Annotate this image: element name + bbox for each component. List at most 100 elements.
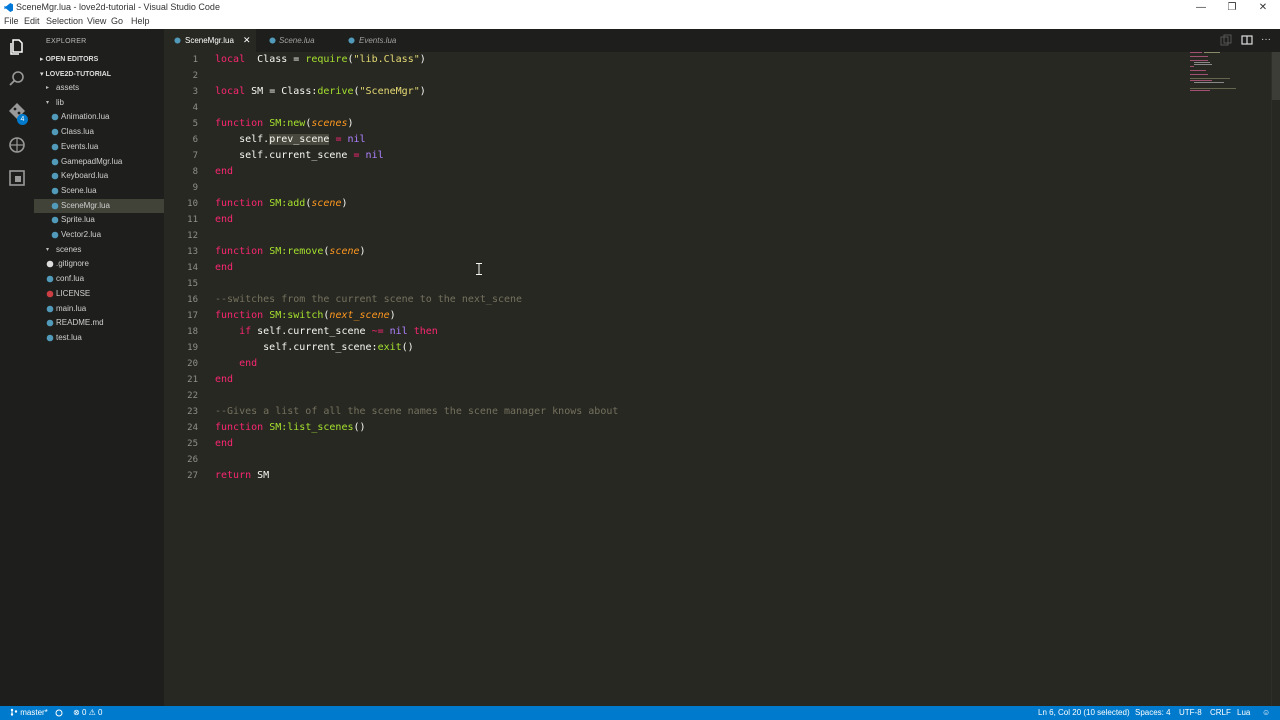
code-editor[interactable]: 1 local Class = require("lib.Class") 2 3 loc… [164,52,1280,706]
code-line[interactable]: 2 [164,68,1184,84]
code-line[interactable]: 12 [164,228,1184,244]
menu-file[interactable]: File [4,16,19,26]
cursor-position[interactable]: Ln 6, Col 20 (10 selected) [1038,706,1130,720]
code-line[interactable]: 27 return SM [164,468,1184,484]
more-actions-icon[interactable]: ··· [1261,34,1273,46]
code-line[interactable]: 22 [164,388,1184,404]
tree-folder[interactable]: ▸ assets [34,81,164,95]
split-editor-icon[interactable] [1241,34,1253,46]
code-line[interactable]: 3 local SM = Class:derive("SceneMgr") [164,84,1184,100]
indentation[interactable]: Spaces: 4 [1135,706,1171,720]
search-icon[interactable] [7,69,27,89]
open-editors-section[interactable]: ▸ OPEN EDITORS [40,55,98,63]
menu-go[interactable]: Go [111,16,123,26]
md-file-icon [46,319,54,327]
tree-file[interactable]: conf.lua [34,272,164,286]
restore-button[interactable]: ❐ [1217,1,1247,14]
encoding[interactable]: UTF-8 [1179,706,1202,720]
tree-file[interactable]: test.lua [34,331,164,345]
tree-item-label: Sprite.lua [61,215,95,225]
code-line[interactable]: 25 end [164,436,1184,452]
tree-file[interactable]: GamepadMgr.lua [34,155,164,169]
line-number: 18 [187,327,198,337]
code-line[interactable]: 6 self.prev_scene = nil [164,132,1184,148]
code-line[interactable]: 5 function SM:new(scenes) [164,116,1184,132]
sync-icon[interactable] [55,709,63,717]
lua-file-icon [51,172,59,180]
tree-file[interactable]: Sprite.lua [34,213,164,227]
code-line[interactable]: 18 if self.current_scene ~= nil then [164,324,1184,340]
tree-item-label: README.md [56,318,104,328]
tab-events[interactable]: Events.lua [338,29,418,52]
tab-scene[interactable]: Scene.lua [257,29,337,52]
tree-file[interactable]: main.lua [34,302,164,316]
code-line[interactable]: 26 [164,452,1184,468]
tab-close-icon[interactable]: ✕ [243,29,251,52]
status-bar: master* ⊗ 0 ⚠ 0 Ln 6, Col 20 (10 selecte… [0,706,1280,720]
minimap[interactable] [1190,52,1270,92]
scm-count-badge: 4 [17,114,28,125]
code-line[interactable]: 23 --Gives a list of all the scene names … [164,404,1184,420]
debug-icon[interactable] [7,135,27,155]
language-mode[interactable]: Lua [1237,706,1250,720]
code-line[interactable]: 8 end [164,164,1184,180]
chevron-down-icon: ▾ [46,99,50,106]
code-line[interactable]: 17 function SM:switch(next_scene) [164,308,1184,324]
code-line[interactable]: 4 [164,100,1184,116]
tree-file[interactable]: SceneMgr.lua [34,198,164,213]
code-line[interactable]: 13 function SM:remove(scene) [164,244,1184,260]
tree-file[interactable]: Animation.lua [34,110,164,124]
vscode-logo-icon [4,3,13,12]
code-line[interactable]: 7 self.current_scene = nil [164,148,1184,164]
code-text: end [215,374,234,385]
tree-file[interactable]: README.md [34,316,164,330]
code-line[interactable]: 15 [164,276,1184,292]
tree-file[interactable]: LICENSE [34,287,164,301]
line-number: 4 [192,103,198,113]
code-line[interactable]: 1 local Class = require("lib.Class") [164,52,1184,68]
code-line[interactable]: 24 function SM:list_scenes() [164,420,1184,436]
tree-file[interactable]: Class.lua [34,125,164,139]
code-line[interactable]: 19 self.current_scene:exit() [164,340,1184,356]
code-line[interactable]: 10 function SM:add(scene) [164,196,1184,212]
explorer-icon[interactable] [7,37,27,57]
code-text: if self.current_scene ~= nil then [239,326,438,337]
tree-file[interactable]: Scene.lua [34,184,164,198]
close-window-button[interactable]: ✕ [1248,1,1278,14]
tree-file[interactable]: .gitignore [34,257,164,271]
problems-indicator[interactable]: ⊗ 0 ⚠ 0 [73,706,102,720]
menu-edit[interactable]: Edit [24,16,40,26]
code-text: end [215,262,234,273]
error-icon: ⊗ [73,708,80,717]
warning-count: 0 [98,708,103,717]
tree-file[interactable]: Events.lua [34,140,164,154]
extensions-icon[interactable] [7,168,27,188]
project-section[interactable]: ▾ LOVE2D-TUTORIAL [40,70,111,78]
explorer-title: EXPLORER [46,38,87,45]
editor-scrollbar[interactable] [1271,52,1280,706]
feedback-icon[interactable]: ☺ [1262,706,1270,720]
tree-file[interactable]: Keyboard.lua [34,169,164,183]
minimize-button[interactable]: — [1186,1,1216,14]
code-line[interactable]: 11 end [164,212,1184,228]
menu-view[interactable]: View [87,16,106,26]
menu-help[interactable]: Help [131,16,150,26]
error-count: 0 [81,708,87,717]
tree-folder[interactable]: ▾ lib [34,96,164,110]
branch-indicator[interactable]: master* [10,706,48,720]
tab-scenemgr[interactable]: SceneMgr.lua ✕ [164,29,256,52]
tree-file[interactable]: Vector2.lua [34,228,164,242]
open-changes-icon[interactable] [1220,34,1232,46]
line-number: 22 [187,391,198,401]
code-text: end [215,166,234,177]
code-line[interactable]: 14 end [164,260,1184,276]
scrollbar-thumb[interactable] [1272,52,1280,100]
code-line[interactable]: 9 [164,180,1184,196]
tree-folder[interactable]: ▾ scenes [34,243,164,257]
menu-selection[interactable]: Selection [46,16,83,26]
branch-name: master* [20,708,48,717]
code-line[interactable]: 21 end [164,372,1184,388]
line-ending[interactable]: CRLF [1210,706,1231,720]
code-line[interactable]: 16 --switches from the current scene to t… [164,292,1184,308]
code-line[interactable]: 20 end [164,356,1184,372]
